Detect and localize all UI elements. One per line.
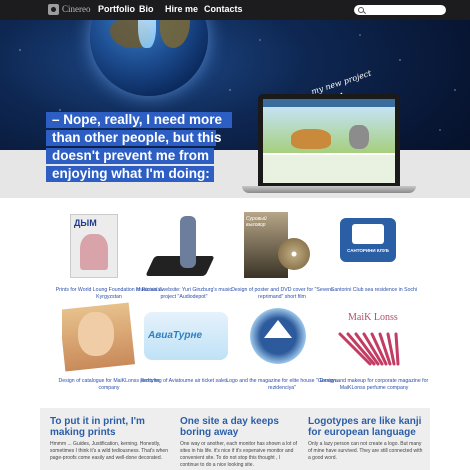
nav-item-hire-me[interactable]: Hire me xyxy=(165,4,198,14)
logo-icon[interactable] xyxy=(48,4,59,15)
portfolio-caption-8[interactable]: Design and makeup for corporate magazine… xyxy=(318,378,430,391)
search-input[interactable] xyxy=(354,5,446,15)
hero-quote-line-2: than other people, but this xyxy=(52,130,222,145)
laptop-screen xyxy=(263,99,395,183)
hero-quote-line-1: – Nope, really, I need more xyxy=(52,112,223,127)
portfolio-thumb-aviaturne[interactable]: АвиаТурне xyxy=(140,302,234,372)
nav-item-contacts[interactable]: Contacts xyxy=(204,4,243,14)
hero-quote-line-3: doesn't prevent me from xyxy=(52,148,209,163)
site-logo-text[interactable]: Cinereo xyxy=(62,4,91,14)
laptop-base xyxy=(242,186,416,193)
portfolio-caption-4[interactable]: Santorini Club sea residence in Sochi xyxy=(318,287,430,294)
portfolio-thumb-maiklonss-magazine[interactable]: MaiK Lonss xyxy=(330,302,424,372)
service-text-prints: Hmmm ... Guides, Justification, kerning.… xyxy=(50,441,168,461)
nav-item-bio[interactable]: Bio xyxy=(139,4,154,14)
search-icon[interactable] xyxy=(358,7,364,13)
top-navigation-bar: Cinereo Portfolio Bio Hire me Contacts xyxy=(0,0,470,20)
laptop-project-preview[interactable] xyxy=(258,94,400,186)
portfolio-thumb-gornaya-rezidenciya[interactable] xyxy=(238,302,332,372)
service-text-logotypes: Only a lazy person can not create a logo… xyxy=(308,441,423,461)
portfolio-caption-6[interactable]: Restyling of Aviatourne air ticket sales xyxy=(128,378,240,385)
portfolio-caption-2[interactable]: Musician's website: Yuri Ginzburg's musi… xyxy=(128,287,240,300)
portfolio-thumb-santorini[interactable]: САНТОРИНИ КЛУБ xyxy=(330,212,424,282)
hero-quote-line-4: enjoying what I'm doing: xyxy=(52,166,210,181)
service-title-logotypes: Logotypes are like kanji for european la… xyxy=(308,416,422,438)
portfolio-thumb-audiodepot[interactable] xyxy=(140,212,234,282)
service-title-sites: One site a day keeps boring away xyxy=(180,416,279,438)
service-text-sites: One way or another, each monitor has sho… xyxy=(180,441,298,468)
portfolio-thumb-severe-reprimand[interactable]: Суровый выговор xyxy=(238,212,332,282)
nav-item-portfolio[interactable]: Portfolio xyxy=(98,4,135,14)
service-title-prints: To put it in print, I'm making prints xyxy=(50,416,145,438)
